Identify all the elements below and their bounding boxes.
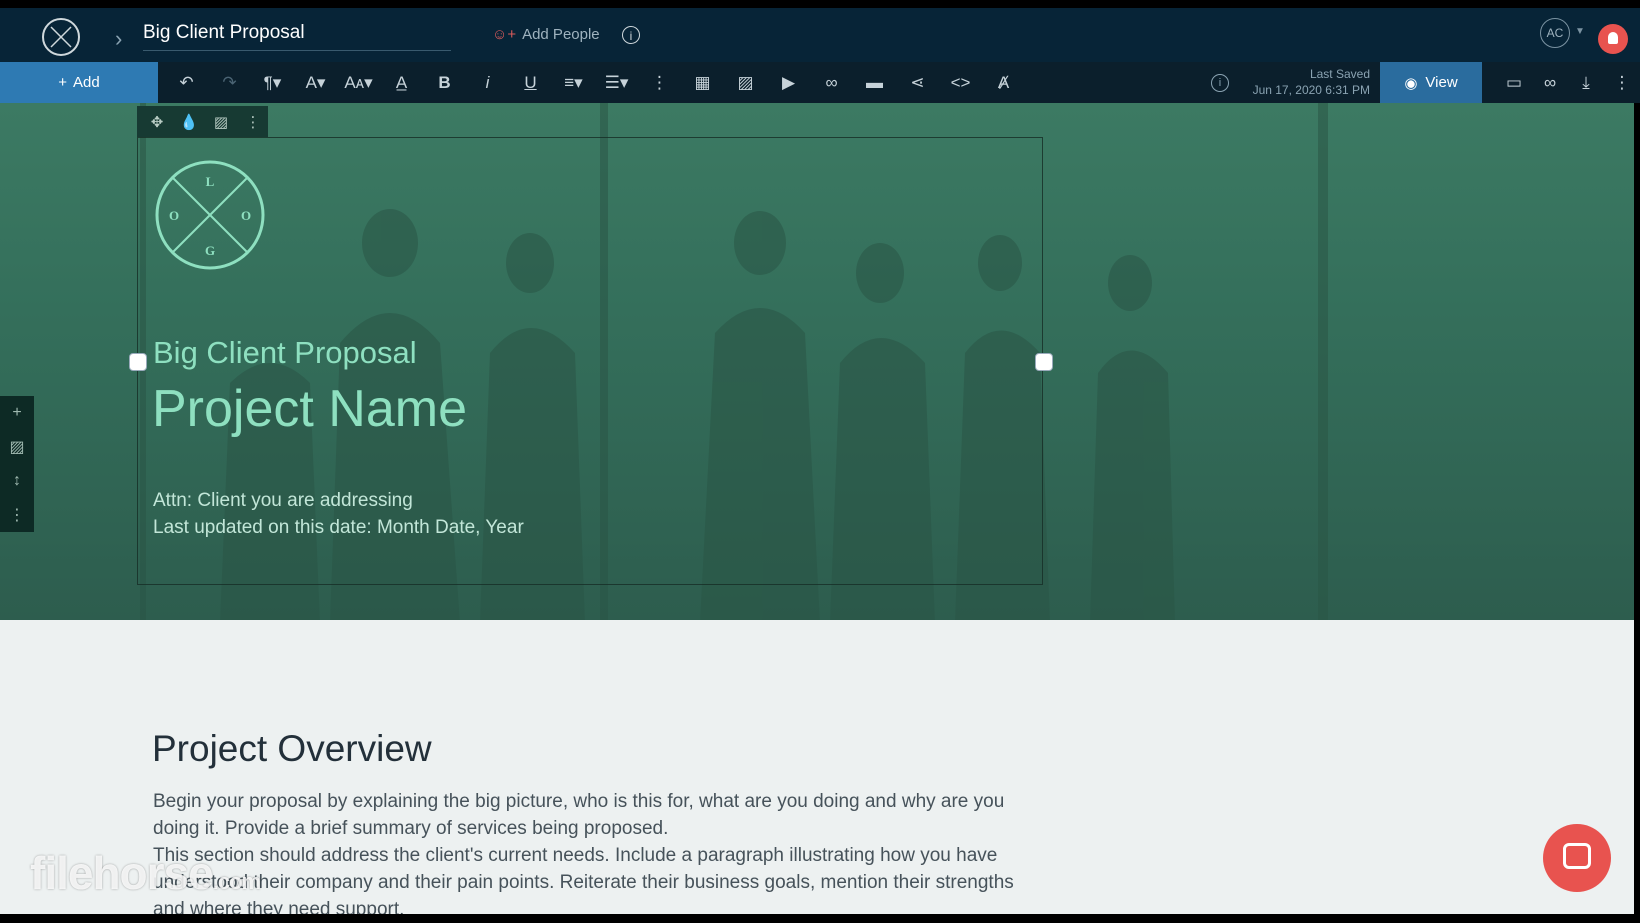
resize-handle-right[interactable] xyxy=(1035,353,1053,371)
chevron-down-icon[interactable]: ▼ xyxy=(1575,26,1585,37)
logo-letter-top: L xyxy=(206,174,215,189)
link-icon[interactable]: ∞ xyxy=(810,62,853,103)
color-fill-icon[interactable]: 💧 xyxy=(175,113,203,131)
screen-edge xyxy=(1634,103,1640,922)
info-icon[interactable]: i xyxy=(622,26,640,44)
share-icon[interactable]: ⋖ xyxy=(896,62,939,103)
top-bar: › Big Client Proposal ☺+ Add People i AC… xyxy=(0,0,1640,62)
editor-toolbar: + Add ↶ ↷ ¶▾ A▾ Aᴀ▾ A̲ B i U ≡▾ ☰▾ ⋮ ▦ ▨… xyxy=(0,62,1640,103)
chat-support-icon[interactable] xyxy=(1543,824,1611,892)
last-saved-status: Last Saved Jun 17, 2020 6:31 PM xyxy=(1240,66,1370,98)
table-icon[interactable]: ▦ xyxy=(681,62,724,103)
underline-icon[interactable]: U xyxy=(509,62,552,103)
block-toolbar: ✥ 💧 ▨ ⋮ xyxy=(137,106,268,137)
document-title-input[interactable]: Big Client Proposal xyxy=(143,20,451,51)
watermark-name: filehorse xyxy=(30,847,214,899)
logo-letter-left: O xyxy=(169,208,179,223)
logo-placeholder[interactable]: L O O G xyxy=(154,159,266,271)
block-more-icon[interactable]: ⋮ xyxy=(239,113,267,131)
image-icon[interactable]: ▨ xyxy=(724,62,767,103)
overview-title[interactable]: Project Overview xyxy=(152,728,432,770)
add-button-label: Add xyxy=(73,74,100,91)
background-image-icon[interactable]: ▨ xyxy=(207,113,235,131)
code-icon[interactable]: <> xyxy=(939,62,982,103)
breadcrumb-chevron-icon: › xyxy=(115,26,123,51)
clear-format-icon[interactable]: Ⱥ xyxy=(982,62,1025,103)
more-vertical-icon[interactable]: ⋮ xyxy=(638,62,681,103)
move-icon[interactable]: ✥ xyxy=(143,113,171,131)
button-icon[interactable]: ▬ xyxy=(853,62,896,103)
hero-section[interactable]: ✥ 💧 ▨ ⋮ L O O G Big Client Proposal Proj… xyxy=(0,103,1634,620)
text-color-icon[interactable]: A̲ xyxy=(380,62,423,103)
resize-handle-left[interactable] xyxy=(129,353,147,371)
paragraph-icon[interactable]: ¶▾ xyxy=(251,62,294,103)
align-icon[interactable]: ≡▾ xyxy=(552,62,595,103)
redo-icon[interactable]: ↷ xyxy=(208,62,251,103)
watermark-suffix: .com xyxy=(212,869,261,894)
right-toolbar: ▭ ∞ ⤓ ⋮ xyxy=(1496,62,1640,103)
app-logo-icon[interactable] xyxy=(42,18,80,56)
add-people-label: Add People xyxy=(522,26,600,43)
add-button[interactable]: + Add xyxy=(0,62,158,103)
italic-icon[interactable]: i xyxy=(466,62,509,103)
bold-icon[interactable]: B xyxy=(423,62,466,103)
hero-updated-text[interactable]: Last updated on this date: Month Date, Y… xyxy=(153,517,524,539)
last-saved-time: Jun 17, 2020 6:31 PM xyxy=(1252,83,1370,97)
last-saved-info-icon[interactable]: i xyxy=(1211,74,1229,92)
video-icon[interactable]: ▶ xyxy=(767,62,810,103)
last-saved-label: Last Saved xyxy=(1309,67,1370,81)
add-people-button[interactable]: ☺+ Add People xyxy=(492,26,600,43)
add-people-icon: ☺+ xyxy=(492,26,517,43)
undo-icon[interactable]: ↶ xyxy=(165,62,208,103)
overview-paragraph-1[interactable]: Begin your proposal by explaining the bi… xyxy=(153,788,1033,842)
font-size-icon[interactable]: Aᴀ▾ xyxy=(337,62,380,103)
font-icon[interactable]: A▾ xyxy=(294,62,337,103)
hero-title[interactable]: Project Name xyxy=(152,379,467,439)
overview-body[interactable]: Begin your proposal by explaining the bi… xyxy=(153,788,1033,923)
section-image-icon[interactable]: ▨ xyxy=(9,437,24,457)
download-icon[interactable]: ⤓ xyxy=(1568,62,1604,103)
logo-letter-right: O xyxy=(241,208,251,223)
section-more-icon[interactable]: ⋮ xyxy=(9,505,25,525)
line-spacing-icon[interactable]: ☰▾ xyxy=(595,62,638,103)
filehorse-watermark: filehorse.com xyxy=(30,846,261,900)
section-side-toolbar: + ▨ ↕ ⋮ xyxy=(0,396,34,532)
plus-icon: + xyxy=(58,74,68,91)
logo-letter-bottom: G xyxy=(205,243,215,258)
comment-icon[interactable]: ▭ xyxy=(1496,62,1532,103)
more-options-icon[interactable]: ⋮ xyxy=(1604,62,1640,103)
notification-bell-icon[interactable] xyxy=(1598,24,1628,54)
overview-paragraph-2[interactable]: This section should address the client's… xyxy=(153,842,1033,923)
section-resize-icon[interactable]: ↕ xyxy=(13,472,21,490)
view-button-label: View xyxy=(1425,74,1458,91)
add-section-icon[interactable]: + xyxy=(12,404,21,422)
avatar[interactable]: AC xyxy=(1540,18,1570,48)
format-toolbar: ↶ ↷ ¶▾ A▾ Aᴀ▾ A̲ B i U ≡▾ ☰▾ ⋮ ▦ ▨ ▶ ∞ ▬… xyxy=(165,62,1025,103)
hero-attn-text[interactable]: Attn: Client you are addressing xyxy=(153,490,413,512)
eye-icon: ◉ xyxy=(1404,74,1418,92)
copy-link-icon[interactable]: ∞ xyxy=(1532,62,1568,103)
overview-section: Project Overview Begin your proposal by … xyxy=(0,620,1634,920)
view-button[interactable]: ◉ View xyxy=(1380,62,1482,103)
screen-edge-bottom xyxy=(0,914,1640,922)
hero-subtitle[interactable]: Big Client Proposal xyxy=(153,335,417,371)
